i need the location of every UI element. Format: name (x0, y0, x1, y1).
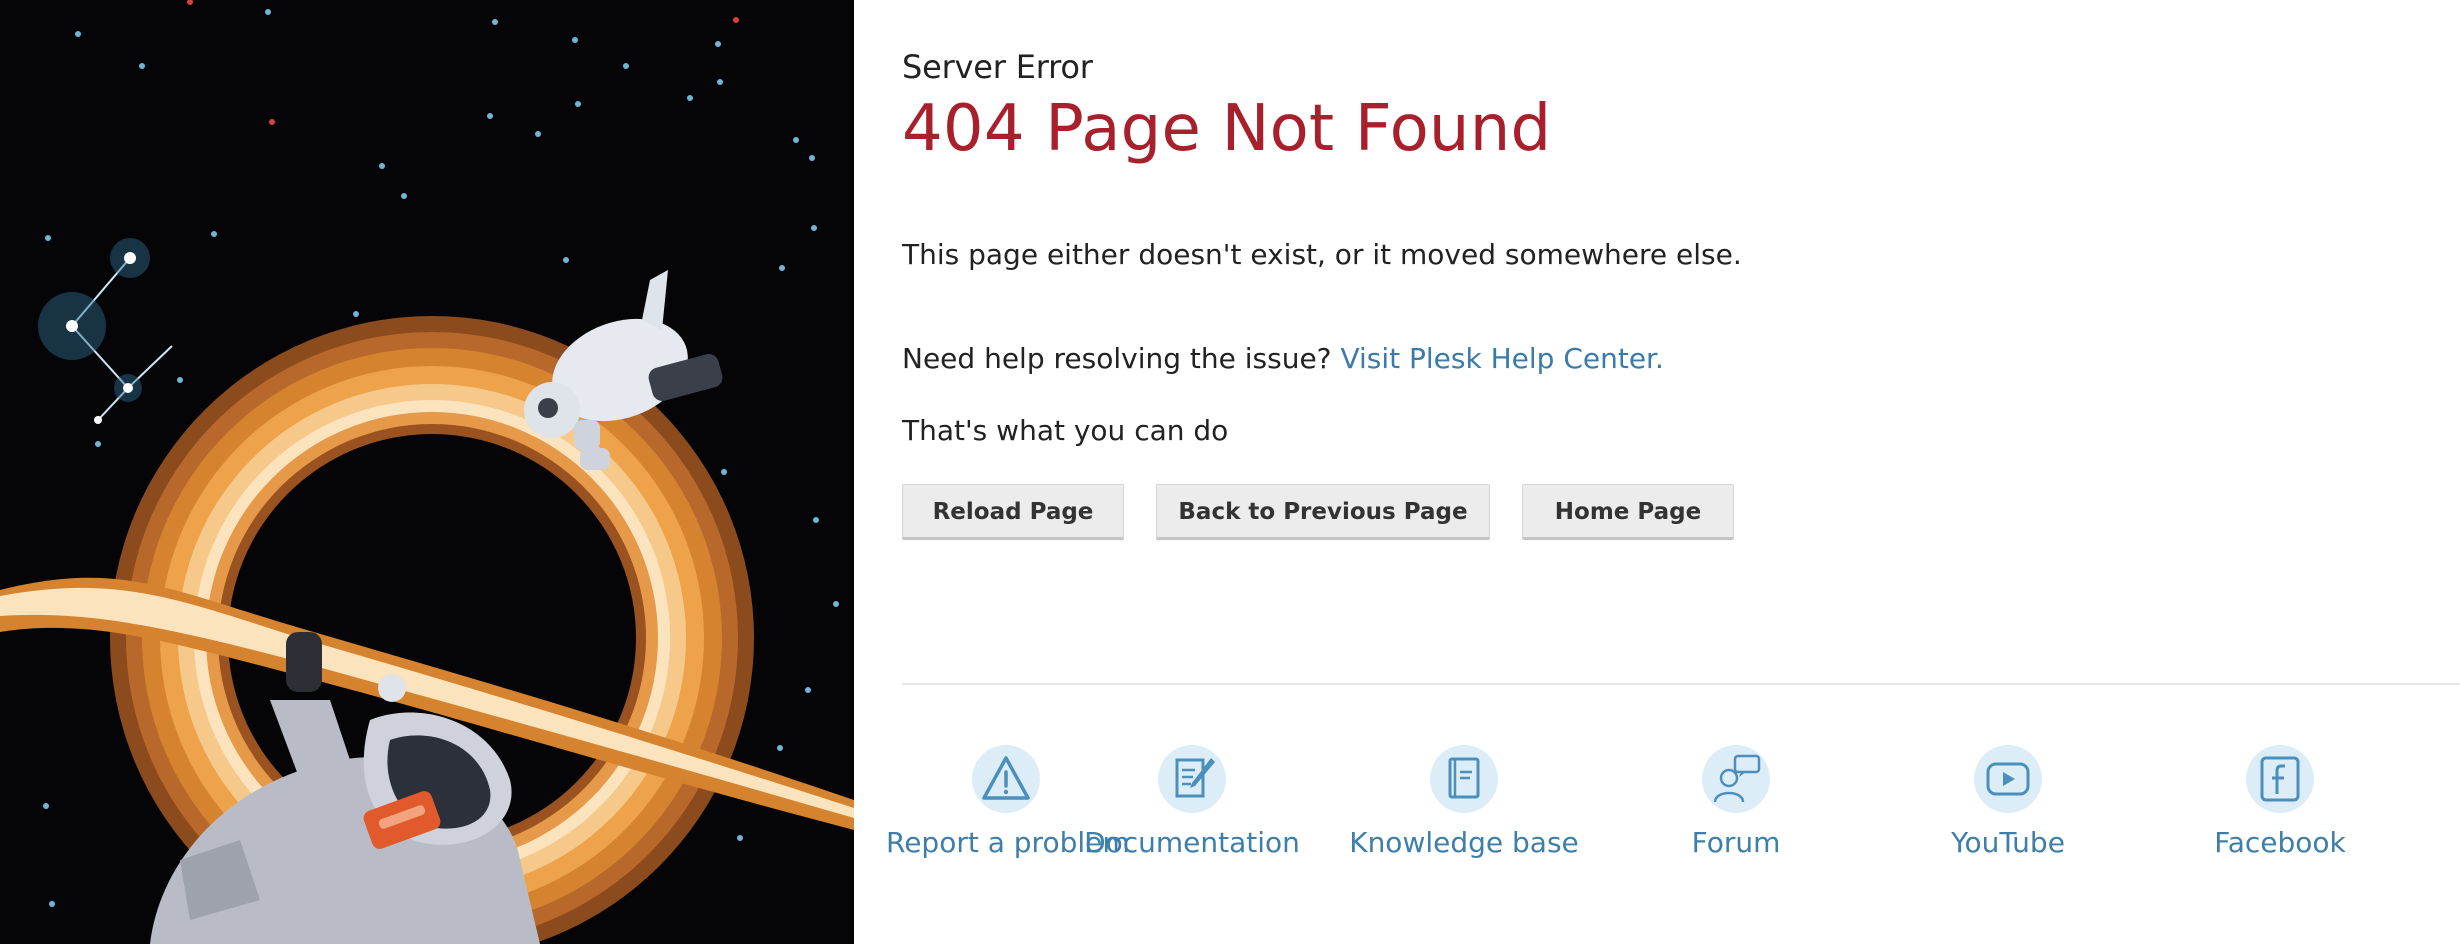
document-edit-icon (1158, 745, 1226, 813)
black-hole-astronaut-image (0, 0, 854, 944)
reload-page-button[interactable]: Reload Page (902, 484, 1124, 540)
link-label: Knowledge base (1349, 826, 1579, 859)
error-category: Server Error (902, 48, 1093, 86)
book-icon (1430, 745, 1498, 813)
help-text: Need help resolving the issue? Visit Ple… (902, 342, 1664, 375)
forum-link[interactable]: Forum (1616, 744, 1856, 859)
divider (902, 683, 2460, 685)
youtube-link[interactable]: YouTube (1888, 744, 2128, 859)
actions-heading: That's what you can do (902, 414, 1229, 447)
error-content: Server Error 404 Page Not Found This pag… (886, 0, 2460, 944)
error-description: This page either doesn't exist, or it mo… (902, 238, 1742, 271)
help-center-link[interactable]: Visit Plesk Help Center. (1340, 342, 1663, 375)
knowledge-base-link[interactable]: Knowledge base (1344, 744, 1584, 859)
chat-users-icon (1702, 745, 1770, 813)
link-label: Facebook (2214, 826, 2346, 859)
back-to-previous-page-button[interactable]: Back to Previous Page (1156, 484, 1490, 540)
warning-icon (972, 745, 1040, 813)
link-label: YouTube (1951, 826, 2065, 859)
page-title: 404 Page Not Found (902, 92, 1552, 166)
play-icon (1974, 745, 2042, 813)
home-page-button[interactable]: Home Page (1522, 484, 1734, 540)
help-prefix: Need help resolving the issue? (902, 342, 1332, 375)
space-illustration (0, 0, 854, 944)
link-label: Forum (1691, 826, 1781, 859)
facebook-icon (2246, 745, 2314, 813)
documentation-link[interactable]: Documentation (1072, 744, 1312, 859)
link-label: Documentation (1084, 826, 1300, 859)
facebook-link[interactable]: Facebook (2160, 744, 2400, 859)
